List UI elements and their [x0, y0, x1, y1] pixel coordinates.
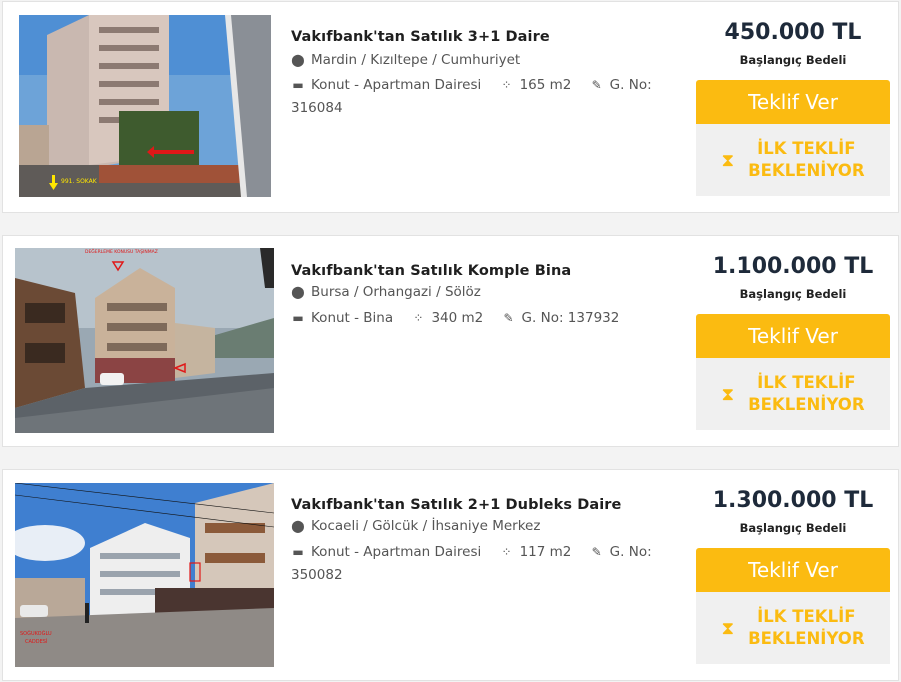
status-line2: BEKLENİYOR — [748, 395, 865, 414]
price-label: Başlangıç Bedeli — [739, 53, 847, 67]
area-icon: ⁘ — [501, 545, 512, 559]
building-icon: ▬ — [292, 545, 304, 559]
area-detail: ⁘ 165 m2 — [500, 77, 572, 93]
tag-icon: ✎ — [591, 545, 602, 559]
status-box: ⧗ İLK TEKLİF BEKLENİYOR — [696, 358, 890, 430]
listing-photo[interactable]: SOĞUKOĞLU CADDESİ — [15, 483, 274, 667]
area-text: 340 m2 — [431, 310, 484, 326]
status-line1: İLK TEKLİF — [757, 607, 856, 626]
status-line1: İLK TEKLİF — [757, 373, 856, 392]
price-label: Başlangıç Bedeli — [739, 521, 847, 535]
price: 450.000 TL — [724, 20, 862, 45]
building-icon: ▬ — [292, 311, 304, 325]
category-detail: ▬ Konut - Apartman Dairesi — [291, 544, 481, 560]
listing-title[interactable]: Vakıfbank'tan Satılık 2+1 Dubleks Daire — [291, 497, 621, 513]
area-text: 165 m2 — [519, 77, 572, 93]
category-text: Konut - Apartman Dairesi — [311, 77, 482, 93]
listing-location: ⬤ Mardin / Kızıltepe / Cumhuriyet — [291, 52, 520, 68]
price: 1.300.000 TL — [712, 488, 874, 513]
gno-label: G. No: — [609, 544, 652, 560]
location-text: Bursa / Orhangazi / Sölöz — [311, 284, 481, 300]
listing-details: ▬ Konut - Apartman Dairesi ⁘ 117 m2 ✎ G. No… — [291, 541, 661, 587]
map-pin-icon: ⬤ — [291, 285, 305, 299]
status-line1: İLK TEKLİF — [757, 139, 856, 158]
photo-caption: SOĞUKOĞLU — [20, 630, 52, 637]
area-detail: ⁘ 117 m2 — [500, 544, 572, 560]
gno-label: G. No: — [521, 310, 564, 326]
hourglass-icon: ⧗ — [721, 383, 735, 405]
listing-location: ⬤ Kocaeli / Gölcük / İhsaniye Merkez — [291, 518, 540, 534]
photo-caption-2: CADDESİ — [25, 638, 47, 645]
listing-details: ▬ Konut - Apartman Dairesi ⁘ 165 m2 ✎ G. No… — [291, 74, 661, 120]
category-detail: ▬ Konut - Bina — [291, 310, 393, 326]
tag-icon: ✎ — [591, 78, 602, 92]
listing-title[interactable]: Vakıfbank'tan Satılık Komple Bina — [291, 263, 571, 279]
hourglass-icon: ⧗ — [721, 149, 735, 171]
map-pin-icon: ⬤ — [291, 53, 305, 67]
gno-detail: ✎ G. No: 137932 — [502, 310, 620, 326]
listing-card[interactable]: DEĞERLEME KONUSU TAŞINMAZ Vakıfbank'tan … — [2, 235, 899, 447]
status-line2: BEKLENİYOR — [748, 161, 865, 180]
price-label: Başlangıç Bedeli — [739, 287, 847, 301]
category-text: Konut - Apartman Dairesi — [311, 544, 482, 560]
area-icon: ⁘ — [413, 311, 424, 325]
building-icon: ▬ — [292, 78, 304, 92]
area-icon: ⁘ — [501, 78, 512, 92]
listing-photo[interactable]: 991. SOKAK — [19, 15, 271, 197]
listing-card[interactable]: 991. SOKAK Vakıfbank'tan Satılık 3+1 Dai… — [2, 1, 899, 213]
status-box: ⧗ İLK TEKLİF BEKLENİYOR — [696, 592, 890, 664]
photo-caption: DEĞERLEME KONUSU TAŞINMAZ — [85, 248, 158, 255]
status-box: ⧗ İLK TEKLİF BEKLENİYOR — [696, 124, 890, 196]
status-line2: BEKLENİYOR — [748, 629, 865, 648]
bid-button[interactable]: Teklif Ver — [696, 80, 890, 124]
bid-button[interactable]: Teklif Ver — [696, 314, 890, 358]
map-pin-icon: ⬤ — [291, 519, 305, 533]
listing-title[interactable]: Vakıfbank'tan Satılık 3+1 Daire — [291, 29, 550, 45]
tag-icon: ✎ — [503, 311, 514, 325]
gno-label: G. No: — [609, 77, 652, 93]
bid-button[interactable]: Teklif Ver — [696, 548, 890, 592]
area-text: 117 m2 — [519, 544, 572, 560]
gno-value: 350082 — [291, 567, 343, 583]
hourglass-icon: ⧗ — [721, 617, 735, 639]
photo-caption: 991. SOKAK — [61, 178, 98, 185]
gno-value: 316084 — [291, 100, 343, 116]
category-text: Konut - Bina — [311, 310, 394, 326]
gno-value: 137932 — [567, 310, 620, 326]
location-text: Mardin / Kızıltepe / Cumhuriyet — [311, 52, 521, 68]
location-text: Kocaeli / Gölcük / İhsaniye Merkez — [311, 518, 541, 534]
listing-photo[interactable]: DEĞERLEME KONUSU TAŞINMAZ — [15, 248, 274, 433]
category-detail: ▬ Konut - Apartman Dairesi — [291, 77, 481, 93]
area-detail: ⁘ 340 m2 — [411, 310, 483, 326]
listing-card[interactable]: SOĞUKOĞLU CADDESİ Vakıfbank'tan Satılık … — [2, 469, 899, 681]
listing-details: ▬ Konut - Bina ⁘ 340 m2 ✎ G. No: 137932 — [291, 307, 661, 330]
price: 1.100.000 TL — [712, 254, 874, 279]
listing-location: ⬤ Bursa / Orhangazi / Sölöz — [291, 284, 481, 300]
